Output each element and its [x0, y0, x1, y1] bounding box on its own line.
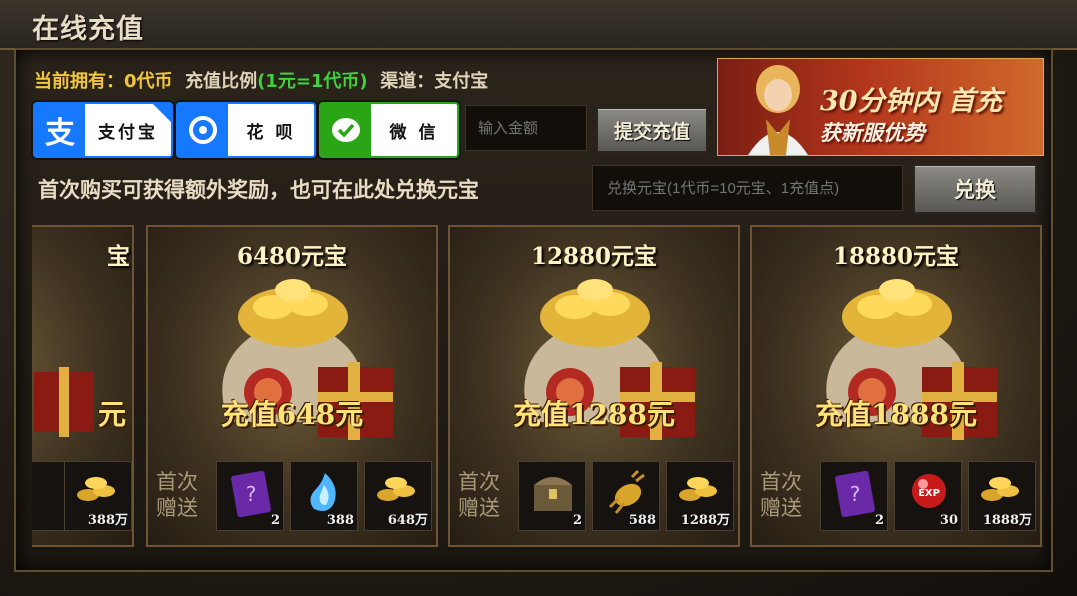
- package-card[interactable]: 18880元宝 充值1888元 首次 赠送 ? 2 EXP 30 1888万: [750, 225, 1042, 547]
- gold-coins-icon: [377, 477, 415, 501]
- ratio-label: 充值比例: [185, 71, 258, 92]
- gift-count: 2: [270, 513, 280, 528]
- gift-slot[interactable]: 388万: [64, 461, 132, 531]
- svg-text:EXP: EXP: [918, 488, 940, 499]
- gift-slot[interactable]: 1288万: [666, 461, 734, 531]
- gift-count: 588: [628, 513, 656, 528]
- gift-slot[interactable]: EXP 30: [894, 461, 962, 531]
- account-info: 当前拥有：0代币 充值比例(1元=1代币) 渠道：支付宝: [34, 67, 488, 93]
- package-title: 6480元宝: [236, 243, 347, 270]
- gift-slot[interactable]: ? 2: [820, 461, 888, 531]
- gold-coins-icon: [981, 477, 1019, 501]
- package-title: 18880元宝: [832, 243, 960, 270]
- gift-count: 388: [326, 513, 354, 528]
- first-gift-label: 首次 赠送: [458, 470, 500, 520]
- gift-count: 30: [939, 513, 958, 528]
- gift-count: 1288万: [680, 513, 730, 528]
- channel-value: 支付宝: [434, 71, 489, 92]
- exchange-input[interactable]: [592, 165, 903, 211]
- blue-flame-icon: [310, 473, 336, 511]
- exchange-button[interactable]: 兑换: [913, 164, 1037, 214]
- gift-slot[interactable]: ? 2: [216, 461, 284, 531]
- hero-portrait-icon: [748, 65, 808, 155]
- pay-method-wechat[interactable]: 微 信: [319, 102, 459, 158]
- first-purchase-tip: 首次购买可获得额外奖励，也可在此处兑换元宝: [38, 177, 479, 202]
- package-price: 充值648元: [220, 398, 364, 431]
- package-card[interactable]: 宝 元 00 388万: [32, 225, 134, 547]
- first-gift-label: 首次 赠送: [760, 470, 802, 520]
- svg-text:?: ?: [246, 482, 257, 506]
- first-gift-label: 首次 赠送: [156, 470, 198, 520]
- gift-count: 2: [572, 513, 582, 528]
- selected-check-icon: [153, 104, 171, 122]
- pay-method-label: 花 呗: [246, 122, 296, 143]
- gold-coins-icon: [679, 477, 717, 501]
- purple-book-icon: ?: [231, 470, 271, 518]
- package-card[interactable]: 6480元宝 充值648元 首次 赠送 ? 2 388 648万: [146, 225, 438, 547]
- channel-label: 渠道：: [380, 71, 435, 92]
- package-price: 充值1888元: [815, 398, 977, 431]
- gift-slot[interactable]: 2: [518, 461, 586, 531]
- package-price: 元: [97, 398, 126, 431]
- package-title: 宝: [107, 243, 130, 270]
- gift-count: 2: [874, 513, 884, 528]
- pay-method-alipay[interactable]: 支 支付宝: [33, 102, 173, 158]
- page-title: 在线充值: [32, 14, 144, 45]
- exp-orb-icon: EXP: [912, 474, 946, 508]
- treasure-chest-icon: [534, 477, 572, 511]
- pay-method-huabei[interactable]: 花 呗: [176, 102, 316, 158]
- gold-coins-icon: [77, 477, 115, 501]
- package-card[interactable]: 12880元宝 充值1288元 首次 赠送 2 588 1288万: [448, 225, 740, 547]
- purple-book-icon: ?: [835, 470, 875, 518]
- svg-text:?: ?: [850, 482, 861, 506]
- promo-line-1: 30分钟内 首充: [820, 86, 1002, 117]
- ratio-value: (1元=1代币): [257, 71, 368, 92]
- title-bar: 在线充值: [0, 0, 1077, 50]
- promo-line-2: 获新服优势: [820, 121, 925, 145]
- golden-beetle-icon: [608, 469, 645, 514]
- wechat-icon: [321, 104, 371, 156]
- owned-label: 当前拥有：: [34, 71, 124, 92]
- amount-input[interactable]: [465, 105, 587, 151]
- package-price: 充值1288元: [513, 398, 675, 431]
- first-recharge-banner[interactable]: 30分钟内 首充 获新服优势: [717, 58, 1044, 156]
- huabei-icon: [178, 104, 228, 156]
- gift-count: 1888万: [982, 513, 1032, 528]
- owned-value: 0代币: [124, 71, 173, 92]
- gift-slot[interactable]: 588: [592, 461, 660, 531]
- gift-count: 648万: [387, 513, 428, 528]
- gift-count: 388万: [87, 513, 128, 528]
- package-title: 12880元宝: [530, 243, 658, 270]
- gift-slot[interactable]: 648万: [364, 461, 432, 531]
- submit-recharge-button[interactable]: 提交充值: [596, 107, 708, 153]
- package-list: 宝 元 00 388万 6480元宝 充值648元 首次赠送 ? 2: [32, 225, 1049, 547]
- gift-slot[interactable]: 1888万: [968, 461, 1036, 531]
- pay-method-label: 微 信: [389, 122, 439, 143]
- alipay-icon: 支: [35, 104, 85, 156]
- gift-slot[interactable]: 388: [290, 461, 358, 531]
